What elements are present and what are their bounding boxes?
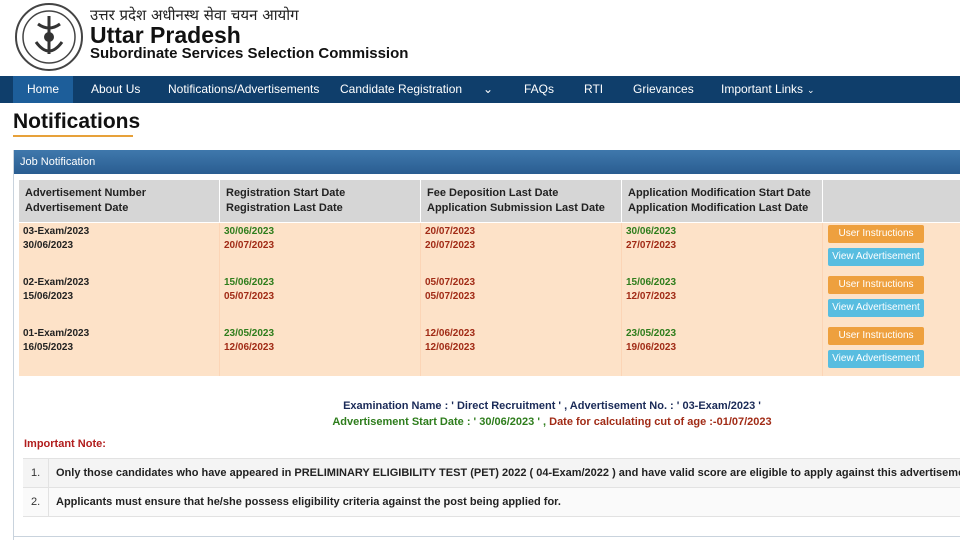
column-divider bbox=[621, 223, 622, 274]
view-advertisement-button[interactable]: View Advertisement bbox=[828, 350, 924, 368]
reg-start-date: 15/06/2023 bbox=[224, 277, 275, 288]
nav-notifications[interactable]: Notifications/Advertisements bbox=[168, 76, 319, 103]
title-underline bbox=[13, 135, 133, 137]
adv-date: 15/06/2023 bbox=[23, 291, 74, 302]
panel-title: Job Notification bbox=[14, 150, 960, 174]
mod-last-date: 19/06/2023 bbox=[626, 342, 677, 353]
header-line: Application Submission Last Date bbox=[427, 202, 605, 214]
column-divider bbox=[420, 274, 421, 325]
list-item: 2. Applicants must ensure that he/she po… bbox=[23, 488, 960, 517]
user-instructions-button[interactable]: User Instructions bbox=[828, 276, 924, 294]
site-header: उत्तर प्रदेश अधीनस्थ सेवा चयन आयोग Uttar… bbox=[0, 0, 960, 76]
column-divider bbox=[621, 274, 622, 325]
table-row: 01-Exam/2023 16/05/2023 23/05/2023 12/06… bbox=[19, 325, 960, 376]
examination-info: Examination Name : ' Direct Recruitment … bbox=[343, 400, 761, 412]
upsssc-emblem-icon[interactable] bbox=[14, 2, 84, 72]
column-divider bbox=[219, 223, 220, 274]
view-advertisement-button[interactable]: View Advertisement bbox=[828, 299, 924, 317]
mod-start-date: 15/06/2023 bbox=[626, 277, 677, 288]
age-cutoff-date: Date for calculating cut of age :-01/07/… bbox=[546, 416, 772, 428]
chevron-down-icon: ⌄ bbox=[807, 85, 815, 95]
important-note-title: Important Note: bbox=[24, 438, 106, 450]
header-line: Application Modification Last Date bbox=[628, 202, 809, 214]
nav-home[interactable]: Home bbox=[13, 76, 73, 103]
column-divider bbox=[219, 325, 220, 376]
column-divider bbox=[822, 180, 823, 222]
note-text: Applicants must ensure that he/she posse… bbox=[56, 496, 561, 508]
mod-last-date: 27/07/2023 bbox=[626, 240, 677, 251]
mod-start-date: 30/06/2023 bbox=[626, 226, 677, 237]
header-cell-fee: Fee Deposition Last Date Application Sub… bbox=[427, 186, 605, 216]
note-text: Only those candidates who have appeared … bbox=[56, 467, 960, 479]
header-line: Advertisement Number bbox=[25, 187, 147, 199]
commission-name: Subordinate Services Selection Commissio… bbox=[90, 45, 409, 62]
reg-start-date: 30/06/2023 bbox=[224, 226, 275, 237]
adv-date: 16/05/2023 bbox=[23, 342, 74, 353]
header-cell-registration: Registration Start Date Registration Las… bbox=[226, 186, 345, 216]
header-line: Registration Last Date bbox=[226, 202, 343, 214]
reg-last-date: 12/06/2023 bbox=[224, 342, 275, 353]
column-divider bbox=[621, 325, 622, 376]
submission-last-date: 20/07/2023 bbox=[425, 240, 476, 251]
reg-start-date: 23/05/2023 bbox=[224, 328, 275, 339]
page-title: Notifications bbox=[13, 110, 141, 133]
column-divider bbox=[219, 180, 220, 222]
column-divider bbox=[420, 180, 421, 222]
column-divider bbox=[48, 459, 49, 487]
fee-last-date: 05/07/2023 bbox=[425, 277, 476, 288]
submission-last-date: 05/07/2023 bbox=[425, 291, 476, 302]
column-divider bbox=[822, 325, 823, 376]
view-advertisement-button[interactable]: View Advertisement bbox=[828, 248, 924, 266]
mod-start-date: 23/05/2023 bbox=[626, 328, 677, 339]
header-cell-modification: Application Modification Start Date Appl… bbox=[628, 186, 811, 216]
mod-last-date: 12/07/2023 bbox=[626, 291, 677, 302]
important-notes-list: 1. Only those candidates who have appear… bbox=[23, 458, 960, 517]
fee-last-date: 20/07/2023 bbox=[425, 226, 476, 237]
column-divider bbox=[822, 274, 823, 325]
submission-last-date: 12/06/2023 bbox=[425, 342, 476, 353]
nav-candidate-registration[interactable]: Candidate Registration bbox=[340, 76, 462, 103]
header-line: Registration Start Date bbox=[226, 187, 346, 199]
header-line: Application Modification Start Date bbox=[628, 187, 811, 199]
panel-bottom-border bbox=[13, 536, 960, 537]
nav-important-links-label: Important Links bbox=[721, 82, 804, 96]
note-number: 2. bbox=[31, 496, 41, 508]
reg-last-date: 05/07/2023 bbox=[224, 291, 275, 302]
column-divider bbox=[420, 325, 421, 376]
table-header: Advertisement Number Advertisement Date … bbox=[19, 180, 960, 222]
header-line: Fee Deposition Last Date bbox=[427, 187, 559, 199]
nav-grievances[interactable]: Grievances bbox=[633, 76, 694, 103]
reg-last-date: 20/07/2023 bbox=[224, 240, 275, 251]
header-line: Advertisement Date bbox=[25, 202, 129, 214]
nav-rti[interactable]: RTI bbox=[584, 76, 603, 103]
user-instructions-button[interactable]: User Instructions bbox=[828, 225, 924, 243]
note-number: 1. bbox=[31, 467, 41, 479]
adv-number: 03-Exam/2023 bbox=[23, 226, 90, 237]
user-instructions-button[interactable]: User Instructions bbox=[828, 327, 924, 345]
nav-about-us[interactable]: About Us bbox=[91, 76, 140, 103]
advertisement-start-date: Advertisement Start Date : ' 30/06/2023 … bbox=[332, 416, 547, 428]
adv-number: 01-Exam/2023 bbox=[23, 328, 90, 339]
column-divider bbox=[621, 180, 622, 222]
table-row: 02-Exam/2023 15/06/2023 15/06/2023 05/07… bbox=[19, 274, 960, 325]
column-divider bbox=[822, 223, 823, 274]
nav-important-links[interactable]: Important Links ⌄ bbox=[721, 76, 815, 103]
advertisement-dates-info: Advertisement Start Date : ' 30/06/2023 … bbox=[0, 416, 960, 428]
column-divider bbox=[420, 223, 421, 274]
adv-date: 30/06/2023 bbox=[23, 240, 74, 251]
header-cell-advertisement: Advertisement Number Advertisement Date bbox=[25, 186, 146, 216]
table-row: 03-Exam/2023 30/06/2023 30/06/2023 20/07… bbox=[19, 223, 960, 274]
column-divider bbox=[48, 488, 49, 516]
nav-faqs[interactable]: FAQs bbox=[524, 76, 554, 103]
main-nav: Home About Us Notifications/Advertisemen… bbox=[0, 76, 960, 103]
fee-last-date: 12/06/2023 bbox=[425, 328, 476, 339]
chevron-down-icon[interactable]: ⌄ bbox=[483, 76, 493, 103]
adv-number: 02-Exam/2023 bbox=[23, 277, 90, 288]
column-divider bbox=[219, 274, 220, 325]
list-item: 1. Only those candidates who have appear… bbox=[23, 459, 960, 488]
